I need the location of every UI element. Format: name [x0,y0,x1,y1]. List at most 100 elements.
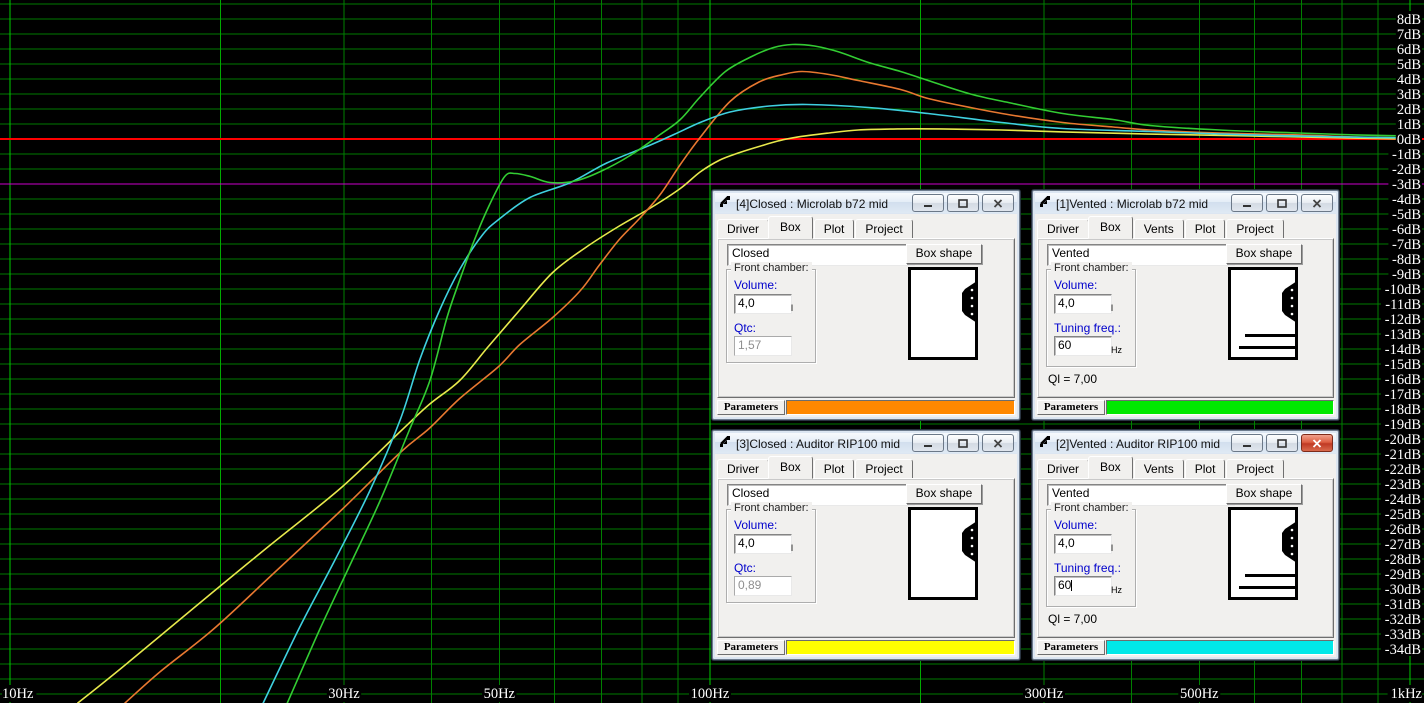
parameters-button[interactable]: Parameters [1037,640,1105,655]
tab-driver[interactable]: Driver [1037,459,1089,479]
box-shape-button[interactable]: Box shape [906,244,982,264]
tab-project[interactable]: Project [1226,219,1284,239]
maximize-button[interactable] [947,434,979,452]
parameters-button[interactable]: Parameters [717,400,785,415]
window-body: Driver Box Vents Plot Project Vented Box shape… [1035,454,1336,657]
front-chamber-group: Front chamber: Volume: 4,0 l Qtc: 1,57 [726,262,816,363]
y-tick-label: 6dB [1397,42,1421,58]
param-label: Tuning freq.: [1054,561,1121,575]
tab-box[interactable]: Box [768,216,813,239]
front-chamber-label: Front chamber: [731,262,812,274]
y-tick-label: 1dB [1397,117,1421,133]
maximize-button[interactable] [1266,434,1298,452]
param-input[interactable]: 4,0 [1054,294,1112,314]
close-button[interactable] [982,434,1014,452]
tab-project[interactable]: Project [855,459,913,479]
y-tick-label: -25dB [1385,507,1421,523]
tab-box[interactable]: Box [1088,456,1133,479]
text-caret [1071,580,1073,591]
minimize-button[interactable] [1231,434,1263,452]
box-shape-button[interactable]: Box shape [1226,484,1302,504]
y-tick-label: -4dB [1392,192,1421,208]
window-titlebar[interactable]: [3]Closed : Auditor RIP100 mid [715,433,1017,453]
y-tick-label: 2dB [1397,102,1421,118]
tab-project[interactable]: Project [855,219,913,239]
unit-label: Hz [1111,585,1122,595]
tab-vents[interactable]: Vents [1133,219,1184,239]
box-diagram [908,267,978,360]
caption-buttons [912,194,1014,212]
unit-label: l [791,543,793,553]
unit-label: l [1111,303,1113,313]
y-tick-label: -10dB [1385,282,1421,298]
minimize-button[interactable] [912,194,944,212]
tab-project[interactable]: Project [1226,459,1284,479]
tab-box[interactable]: Box [1088,216,1133,239]
parameters-button[interactable]: Parameters [1037,400,1105,415]
maximize-button[interactable] [1266,194,1298,212]
speaker-icon [957,520,977,567]
close-button[interactable] [1301,434,1333,452]
tab-driver[interactable]: Driver [717,459,769,479]
y-tick-label: -33dB [1385,627,1421,643]
window-titlebar[interactable]: [4]Closed : Microlab b72 mid [715,193,1017,213]
front-chamber-group: Front chamber: Volume: 4,0 l Tuning freq.: 60… [1046,262,1136,367]
minimize-button[interactable] [912,434,944,452]
tab-plot[interactable]: Plot [813,219,855,239]
tab-vents[interactable]: Vents [1133,459,1184,479]
speaker-icon [1277,280,1297,327]
y-tick-label: -11dB [1385,297,1421,313]
y-tick-label: 7dB [1397,27,1421,43]
tab-box[interactable]: Box [768,456,813,479]
y-tick-label: -26dB [1385,522,1421,538]
param-input[interactable]: 4,0 [734,534,792,554]
y-tick-label: -3dB [1392,177,1421,193]
tab-plot[interactable]: Plot [813,459,855,479]
maximize-button[interactable] [947,194,979,212]
y-tick-label: -18dB [1385,402,1421,418]
box-shape-button[interactable]: Box shape [906,484,982,504]
y-tick-label: -13dB [1385,327,1421,343]
y-tick-label: -32dB [1385,612,1421,628]
app-icon [718,435,732,452]
app-icon [1038,435,1052,452]
box-diagram [1228,507,1298,600]
window-title: [4]Closed : Microlab b72 mid [736,196,889,211]
front-chamber-group: Front chamber: Volume: 4,0 l Qtc: 0,89 [726,502,816,603]
y-tick-label: -20dB [1385,432,1421,448]
tab-strip: Driver Box Vents Plot Project [1037,216,1334,239]
parameters-button[interactable]: Parameters [717,640,785,655]
front-chamber-label: Front chamber: [1051,262,1132,274]
close-button[interactable] [1301,194,1333,212]
box-window-3: [3]Closed : Auditor RIP100 mid Driver Box P… [712,430,1020,660]
unit-label: l [1111,543,1113,553]
x-tick-label: 300Hz [1025,686,1064,702]
curve-color-bar [786,640,1015,655]
window-body: Driver Box Vents Plot Project Vented Box shape… [1035,214,1336,417]
y-tick-label: -12dB [1385,312,1421,328]
y-tick-label: -34dB [1385,642,1421,658]
window-statusbar: Parameters [717,400,1015,415]
y-tick-label: -15dB [1385,357,1421,373]
close-button[interactable] [982,194,1014,212]
window-title: [3]Closed : Auditor RIP100 mid [736,436,901,451]
tab-driver[interactable]: Driver [717,219,769,239]
x-tick-label: 50Hz [484,686,516,702]
curve-color-bar [1106,640,1334,655]
box-shape-button[interactable]: Box shape [1226,244,1302,264]
tab-plot[interactable]: Plot [1184,459,1226,479]
param-input[interactable]: 4,0 [734,294,792,314]
y-tick-label: -30dB [1385,582,1421,598]
unit-label: l [791,303,793,313]
tab-plot[interactable]: Plot [1184,219,1226,239]
window-titlebar[interactable]: [1]Vented : Microlab b72 mid [1035,193,1336,213]
tab-driver[interactable]: Driver [1037,219,1089,239]
tab-strip: Driver Box Plot Project [717,456,1015,479]
param-input[interactable]: 4,0 [1054,534,1112,554]
window-titlebar[interactable]: [2]Vented : Auditor RIP100 mid [1035,433,1336,453]
front-chamber-label: Front chamber: [731,502,812,514]
param-input[interactable]: 60 [1054,336,1112,356]
param-input[interactable]: 60 [1054,576,1112,596]
minimize-button[interactable] [1231,194,1263,212]
front-chamber-label: Front chamber: [1051,502,1132,514]
